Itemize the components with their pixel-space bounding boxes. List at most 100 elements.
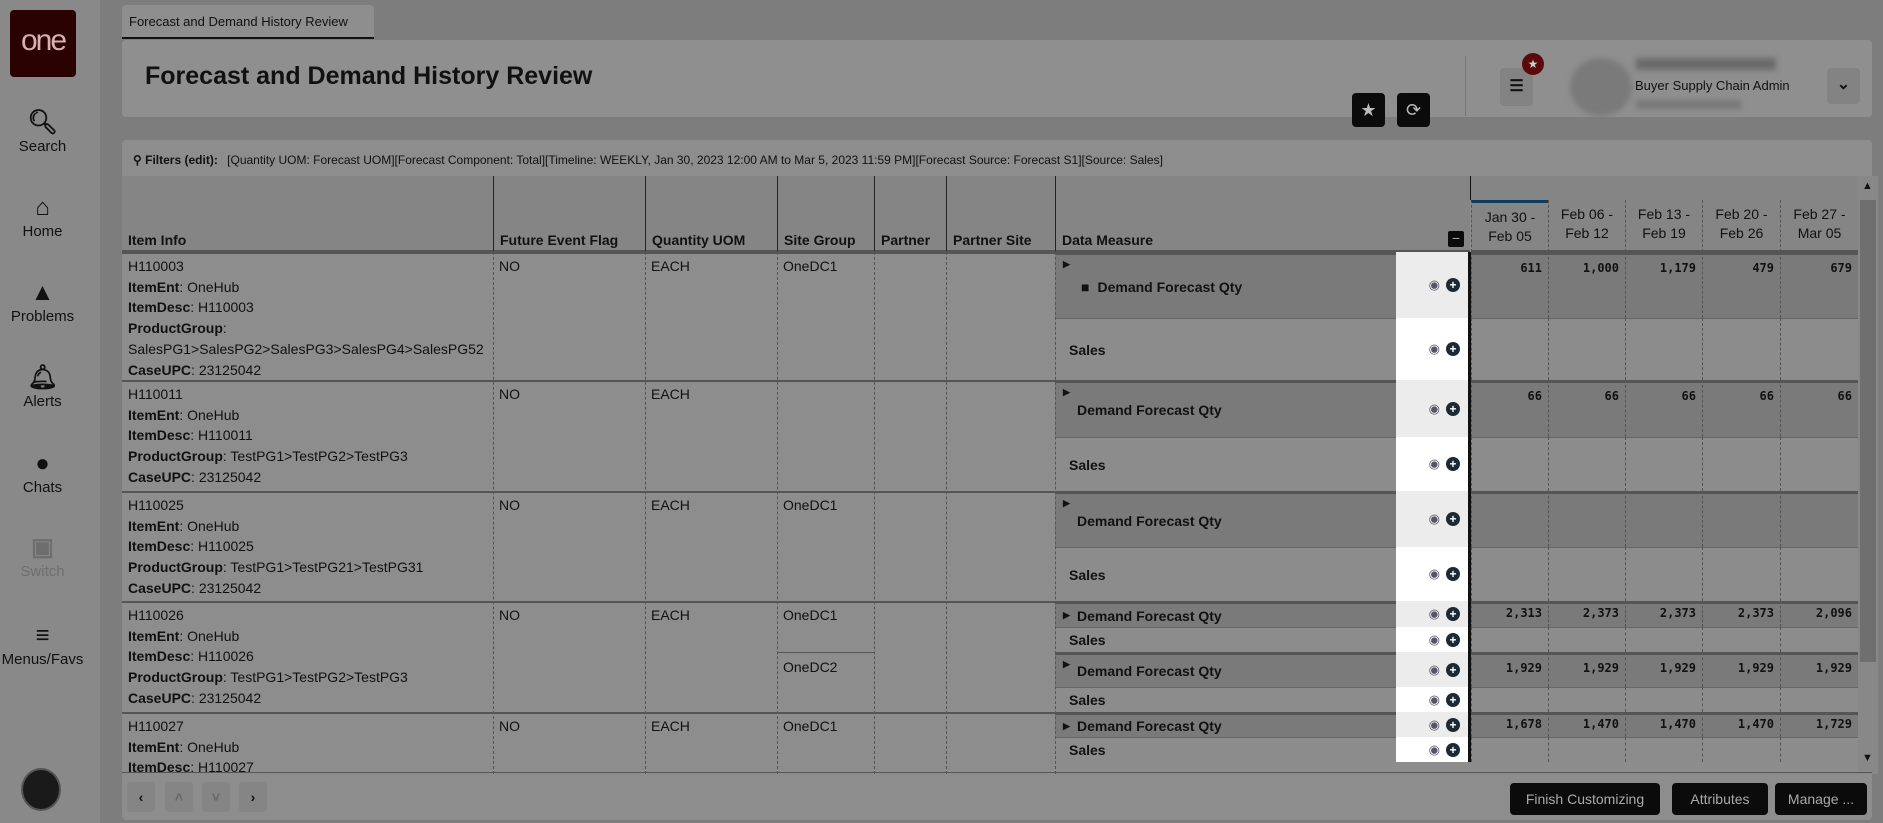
add-circle-icon[interactable]: + [1446, 342, 1460, 356]
period-value-cell[interactable] [1780, 437, 1858, 491]
period-value-cell[interactable] [1471, 491, 1548, 547]
eye-icon[interactable]: ◉ [1429, 717, 1440, 733]
collapse-all-icon[interactable]: − [1448, 231, 1464, 247]
eye-icon[interactable]: ◉ [1429, 566, 1440, 582]
add-circle-icon[interactable]: + [1446, 607, 1460, 621]
nav-right-button[interactable]: › [239, 782, 267, 812]
scroll-up-icon[interactable]: ▲ [1862, 180, 1873, 192]
expand-caret-icon[interactable]: ▶ [1063, 259, 1070, 270]
column-header-site-group[interactable]: Site Group [777, 176, 874, 252]
eye-icon[interactable]: ◉ [1429, 606, 1440, 622]
data-measure-cell[interactable]: ▶ Demand Forecast Qty [1055, 601, 1396, 627]
period-header[interactable]: Jan 30 - Feb 05 [1471, 200, 1548, 252]
period-value-cell[interactable] [1780, 547, 1858, 601]
add-circle-icon[interactable]: + [1446, 662, 1460, 677]
add-circle-icon[interactable]: + [1446, 632, 1460, 647]
period-value-cell[interactable]: 1,929 [1780, 652, 1858, 687]
period-value-cell[interactable]: 2,373 [1702, 601, 1780, 627]
period-value-cell[interactable] [1780, 737, 1858, 762]
period-value-cell[interactable] [1780, 627, 1858, 652]
period-value-cell[interactable] [1548, 547, 1625, 601]
add-circle-icon[interactable]: + [1446, 692, 1460, 707]
period-value-cell[interactable] [1548, 627, 1625, 652]
period-value-cell[interactable]: 66 [1625, 380, 1702, 437]
period-value-cell[interactable] [1625, 737, 1702, 762]
period-value-cell[interactable]: 1,929 [1548, 652, 1625, 687]
period-value-cell[interactable] [1471, 737, 1548, 762]
eye-icon[interactable]: ◉ [1429, 692, 1440, 708]
period-value-cell[interactable]: 1,000 [1548, 252, 1625, 318]
data-measure-cell[interactable]: ▶ ■ Demand Forecast Qty [1055, 252, 1396, 318]
period-value-cell[interactable]: 66 [1780, 380, 1858, 437]
item-id[interactable]: H110027 [128, 716, 487, 737]
period-value-cell[interactable] [1471, 627, 1548, 652]
period-value-cell[interactable] [1548, 737, 1625, 762]
filters-edit-link[interactable]: Filters (edit): [145, 153, 218, 167]
sidebar-item-search[interactable]: 🔍︎ Search [0, 108, 85, 155]
period-value-cell[interactable] [1471, 318, 1548, 380]
add-circle-icon[interactable]: + [1446, 717, 1460, 732]
favorite-button[interactable]: ★ [1352, 93, 1385, 127]
eye-icon[interactable]: ◉ [1429, 401, 1440, 417]
eye-icon[interactable]: ◉ [1429, 277, 1440, 293]
period-value-cell[interactable] [1702, 737, 1780, 762]
expand-caret-icon[interactable]: ▶ [1063, 387, 1070, 398]
column-header-qty-uom[interactable]: Quantity UOM [645, 176, 777, 252]
add-circle-icon[interactable]: + [1446, 457, 1460, 471]
nav-up-button[interactable]: ˄ [165, 782, 193, 812]
eye-icon[interactable]: ◉ [1429, 511, 1440, 527]
column-header-partner[interactable]: Partner [874, 176, 946, 252]
expand-caret-icon[interactable]: ▶ [1063, 721, 1070, 732]
data-measure-cell[interactable]: ▶ Demand Forecast Qty [1055, 712, 1396, 737]
period-value-cell[interactable] [1702, 491, 1780, 547]
data-measure-cell[interactable]: ▶ Demand Forecast Qty [1055, 652, 1396, 687]
period-value-cell[interactable] [1471, 687, 1548, 712]
period-value-cell[interactable] [1625, 687, 1702, 712]
period-value-cell[interactable] [1780, 491, 1858, 547]
sidebar-item-switch[interactable]: ▣ Switch [0, 533, 85, 580]
period-value-cell[interactable] [1471, 437, 1548, 491]
add-circle-icon[interactable]: + [1446, 278, 1460, 292]
column-header-data-measure[interactable]: Data Measure [1055, 176, 1470, 252]
item-id[interactable]: H110026 [128, 605, 487, 626]
item-id[interactable]: H110011 [128, 384, 487, 405]
period-value-cell[interactable]: 1,470 [1625, 712, 1702, 737]
period-value-cell[interactable]: 1,179 [1625, 252, 1702, 318]
expand-caret-icon[interactable]: ▶ [1063, 610, 1070, 621]
period-value-cell[interactable]: 1,929 [1471, 652, 1548, 687]
period-value-cell[interactable]: 1,678 [1471, 712, 1548, 737]
period-value-cell[interactable] [1702, 318, 1780, 380]
period-value-cell[interactable]: 2,373 [1625, 601, 1702, 627]
column-header-partner-site[interactable]: Partner Site [946, 176, 1055, 252]
period-value-cell[interactable] [1548, 437, 1625, 491]
period-value-cell[interactable]: 679 [1780, 252, 1858, 318]
period-value-cell[interactable]: 1,729 [1780, 712, 1858, 737]
eye-icon[interactable]: ◉ [1429, 742, 1440, 758]
add-circle-icon[interactable]: + [1446, 742, 1460, 757]
column-header-item-info[interactable]: Item Info [122, 176, 493, 252]
sidebar-item-menus-favs[interactable]: ≡ Menus/Favs [0, 621, 85, 668]
manage-button[interactable]: Manage ... [1775, 783, 1867, 815]
sidebar-item-home[interactable]: ⌂ Home [0, 193, 85, 240]
period-value-cell[interactable] [1548, 318, 1625, 380]
refresh-button[interactable]: ⟳ [1397, 93, 1430, 127]
period-value-cell[interactable] [1625, 318, 1702, 380]
period-value-cell[interactable] [1625, 547, 1702, 601]
item-id[interactable]: H110003 [128, 256, 487, 277]
add-circle-icon[interactable]: + [1446, 567, 1460, 581]
period-header[interactable]: Feb 13 - Feb 19 [1625, 200, 1702, 252]
period-value-cell[interactable] [1625, 491, 1702, 547]
tab-forecast-review[interactable]: Forecast and Demand History Review [122, 5, 374, 39]
period-value-cell[interactable] [1780, 318, 1858, 380]
period-value-cell[interactable]: 611 [1471, 252, 1548, 318]
period-value-cell[interactable]: 2,373 [1548, 601, 1625, 627]
period-value-cell[interactable]: 479 [1702, 252, 1780, 318]
period-value-cell[interactable] [1625, 627, 1702, 652]
sidebar-item-chats[interactable]: ● Chats [0, 449, 85, 496]
user-menu-chevron-button[interactable]: ⌄ [1827, 68, 1860, 104]
period-header[interactable]: Feb 06 - Feb 12 [1548, 200, 1625, 252]
period-value-cell[interactable] [1702, 687, 1780, 712]
column-header-future-event[interactable]: Future Event Flag [493, 176, 645, 252]
add-circle-icon[interactable]: + [1446, 512, 1460, 526]
period-value-cell[interactable]: 66 [1471, 380, 1548, 437]
